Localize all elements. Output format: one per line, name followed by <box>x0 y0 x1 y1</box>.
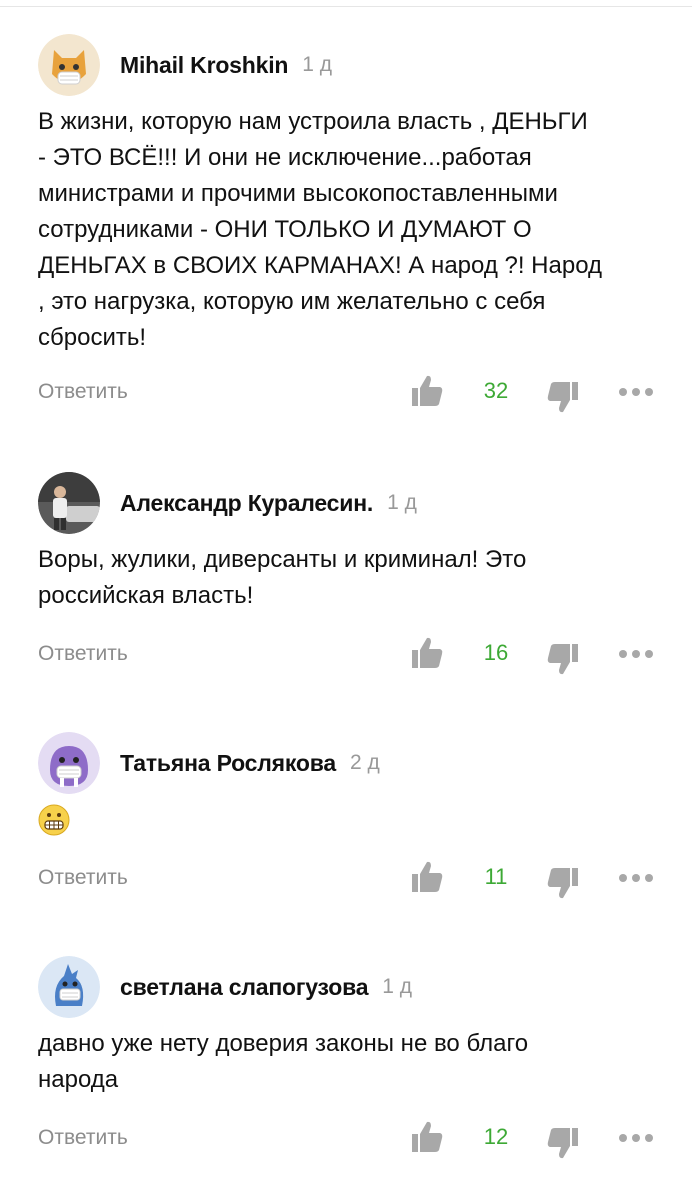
comment-actions: Ответить 11 <box>0 860 692 900</box>
reply-button[interactable]: Ответить <box>38 642 128 666</box>
more-options-icon[interactable] <box>618 872 654 884</box>
bird-mask-avatar-icon <box>38 956 100 1018</box>
avatar[interactable] <box>38 956 100 1018</box>
thumbs-up-icon[interactable] <box>410 636 444 670</box>
like-count: 16 <box>483 640 509 665</box>
author-name[interactable]: Александр Куралесин. <box>120 490 373 517</box>
photo-avatar <box>38 472 100 534</box>
avatar[interactable] <box>38 34 100 96</box>
thumbs-down-icon[interactable] <box>546 1126 580 1160</box>
reply-button[interactable]: Ответить <box>38 1126 128 1150</box>
comment-header: Mihail Kroshkin 1 д <box>38 34 332 96</box>
more-options-icon[interactable] <box>618 386 654 398</box>
like-count: 11 <box>484 864 508 889</box>
comment-actions: Ответить 16 <box>0 636 692 676</box>
reply-button[interactable]: Ответить <box>38 380 128 404</box>
comment-text: давно уже нету доверия законы не во благ… <box>38 1030 529 1093</box>
reply-button[interactable]: Ответить <box>38 866 128 890</box>
comment-header: светлана слапогузова 1 д <box>38 956 412 1018</box>
comment-actions: Ответить 12 <box>0 1120 692 1160</box>
thumbs-down-icon[interactable] <box>546 866 580 900</box>
comment-time: 1 д <box>382 975 413 998</box>
comment-text: В жизни, которую нам устроила власть , Д… <box>38 108 603 351</box>
comment-time: 1 д <box>387 491 417 514</box>
thumbs-down-icon[interactable] <box>546 380 580 414</box>
author-name[interactable]: Татьяна Рослякова <box>120 750 336 777</box>
thumbs-up-icon[interactable] <box>410 860 444 894</box>
author-name[interactable]: светлана слапогузова <box>120 974 368 1001</box>
top-divider <box>0 0 692 7</box>
avatar[interactable] <box>38 472 100 534</box>
comment-time: 1 д <box>302 53 333 76</box>
author-name[interactable]: Mihail Kroshkin <box>120 52 288 79</box>
comment-header: Александр Куралесин. 1 д <box>38 472 417 534</box>
thumbs-down-icon[interactable] <box>546 642 580 676</box>
walrus-mask-avatar-icon <box>38 732 100 794</box>
comment-header: Татьяна Рослякова 2 д <box>38 732 380 794</box>
thumbs-up-icon[interactable] <box>410 1120 444 1154</box>
more-options-icon[interactable] <box>618 1132 654 1144</box>
comment-actions: Ответить 32 <box>0 374 692 414</box>
like-count: 12 <box>483 1124 509 1149</box>
grimacing-face-emoji-icon <box>38 804 70 836</box>
avatar[interactable] <box>38 732 100 794</box>
like-count: 32 <box>483 378 509 403</box>
comment-time: 2 д <box>350 751 380 774</box>
thumbs-up-icon[interactable] <box>410 374 444 408</box>
comment-text: Воры, жулики, диверсанты и криминал! Это… <box>38 546 527 609</box>
more-options-icon[interactable] <box>618 648 654 660</box>
cat-mask-avatar-icon <box>38 34 100 96</box>
